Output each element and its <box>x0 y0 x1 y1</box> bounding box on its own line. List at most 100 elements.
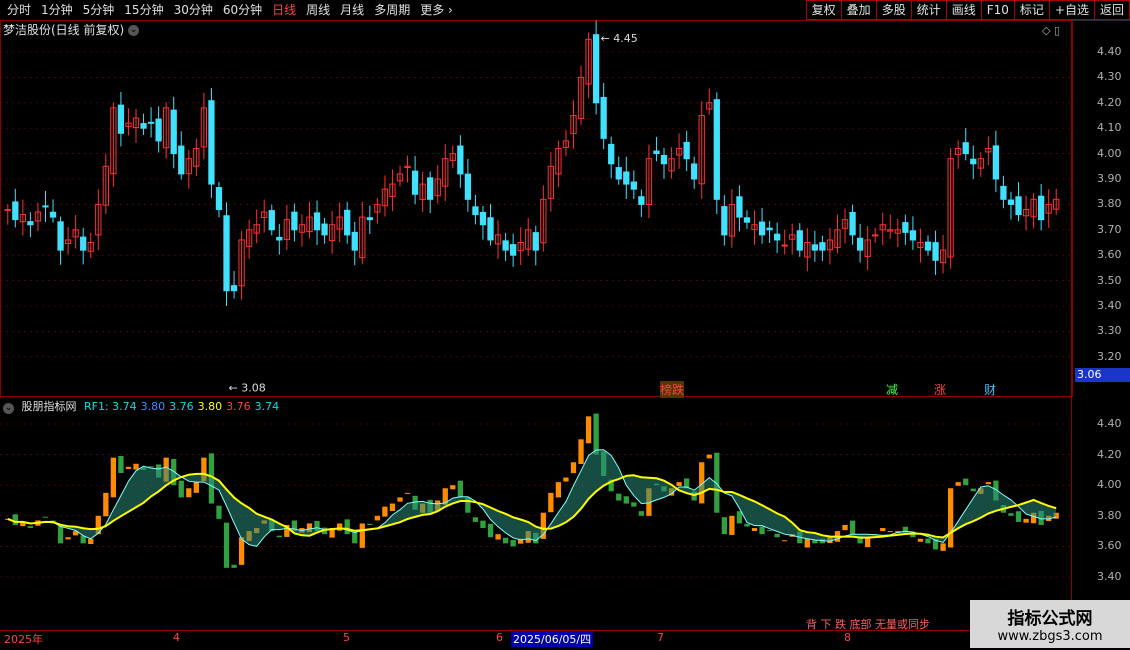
indicator-bar <box>495 534 501 540</box>
indicator-bar <box>744 523 750 527</box>
indicator-bar <box>623 496 629 504</box>
indicator-values: RF1: 3.74 3.80 3.76 3.80 3.76 3.74 <box>84 400 283 413</box>
indicator-bar <box>774 533 780 538</box>
candle-body <box>147 121 155 124</box>
indicator-bar <box>186 488 192 498</box>
indicator-bar <box>616 493 622 501</box>
candle-body <box>608 143 615 165</box>
candle-body <box>811 244 818 251</box>
indicator-bar <box>955 482 961 486</box>
candle-body <box>80 236 87 251</box>
indicator-bar <box>193 482 199 493</box>
low-label: ← 3.08 <box>229 381 266 394</box>
indicator-bar <box>110 457 117 498</box>
indicator-bar <box>751 528 758 531</box>
candle-body <box>4 208 11 211</box>
date-label: 7 <box>657 631 664 644</box>
candle-body <box>623 171 630 185</box>
indicator-bar <box>548 492 554 513</box>
indicator-bar <box>367 523 373 525</box>
candle-body <box>970 158 977 165</box>
date-label: 4 <box>173 631 180 644</box>
candle-body <box>27 221 34 226</box>
price-tick: 4.30 <box>1097 70 1122 84</box>
date-label: 6 <box>496 631 503 644</box>
indicator-bar <box>578 439 584 465</box>
candle-body <box>472 206 479 216</box>
price-tick: 3.70 <box>1097 222 1122 236</box>
indicator-bar <box>917 538 924 542</box>
candle-body <box>902 222 909 233</box>
indicator-bar <box>502 537 509 544</box>
candle-body <box>117 104 125 134</box>
candle-body <box>366 217 373 221</box>
candle-body <box>208 100 215 185</box>
indicator-bar <box>216 505 222 519</box>
candle-body <box>42 205 49 208</box>
indicator-bar <box>457 480 463 498</box>
candle-body <box>781 244 788 247</box>
indicator-bar <box>782 540 788 542</box>
indicator-value: 3.74 <box>254 400 280 413</box>
indicator-bar <box>510 540 516 547</box>
candle-body <box>457 145 464 175</box>
indicator-bar <box>676 482 682 487</box>
indicator-name: 股朋指标网 <box>21 400 77 413</box>
indicator-bar <box>27 526 34 529</box>
indicator-bar <box>706 454 712 459</box>
indicator-bar <box>344 519 350 535</box>
price-tick: 4.40 <box>1097 45 1122 58</box>
indicator-bar <box>57 526 64 544</box>
indicator-bar <box>374 515 381 521</box>
indicator-bar <box>397 497 403 502</box>
candle-body <box>856 237 864 251</box>
event-marker[interactable]: 财 <box>984 381 996 398</box>
indicator-bar <box>231 564 237 568</box>
candle-body <box>766 227 773 231</box>
candle-body <box>638 196 645 205</box>
candle-body <box>849 211 856 236</box>
event-marker[interactable]: 涨 <box>934 381 946 398</box>
candle-body <box>291 211 298 231</box>
indicator-tick: 4.40 <box>1097 417 1122 430</box>
candle-body <box>12 201 19 221</box>
indicator-bar <box>238 537 245 565</box>
candle-body <box>592 34 600 104</box>
price-tick: 4.20 <box>1097 95 1122 109</box>
indicator-bar <box>352 532 358 544</box>
indicator-bar <box>766 530 773 532</box>
indicator-tick: 3.80 <box>1097 508 1122 522</box>
candle-body <box>962 142 969 155</box>
indicator-bar <box>359 523 365 548</box>
price-tick: 3.50 <box>1097 273 1122 287</box>
price-tick: 3.20 <box>1097 349 1122 363</box>
candle-body <box>736 196 743 218</box>
indicator-bar <box>65 537 71 540</box>
candle-body <box>502 240 509 251</box>
price-tick: 3.30 <box>1097 324 1122 338</box>
event-marker[interactable]: 减 <box>886 381 898 398</box>
indicator-bar <box>887 531 893 533</box>
candle-body <box>774 233 781 241</box>
indicator-tick: 3.40 <box>1097 570 1122 583</box>
indicator-bar <box>865 537 871 548</box>
bottom-legend: 背 下 跌 底部 无量或同步 <box>806 616 930 632</box>
event-marker[interactable]: 榜跌 <box>660 381 685 398</box>
candle-body <box>215 187 223 210</box>
candle-body <box>615 167 622 180</box>
candle-body <box>796 230 803 251</box>
indicator-tick: 3.60 <box>1097 539 1122 553</box>
candle-body <box>487 217 494 241</box>
candle-body <box>932 242 939 261</box>
candle-body <box>427 177 434 200</box>
candle-body <box>1015 196 1022 216</box>
candle-body <box>411 170 419 195</box>
candle-body <box>630 181 637 190</box>
chevron-down-icon[interactable]: ⌄ <box>3 403 14 414</box>
watermark-title: 指标公式网 <box>1007 609 1093 629</box>
candle-body <box>1038 195 1045 221</box>
candle-body <box>713 99 720 200</box>
price-tick: 4.10 <box>1097 121 1122 135</box>
indicator-bar <box>472 517 479 522</box>
date-label: 5 <box>343 631 350 644</box>
